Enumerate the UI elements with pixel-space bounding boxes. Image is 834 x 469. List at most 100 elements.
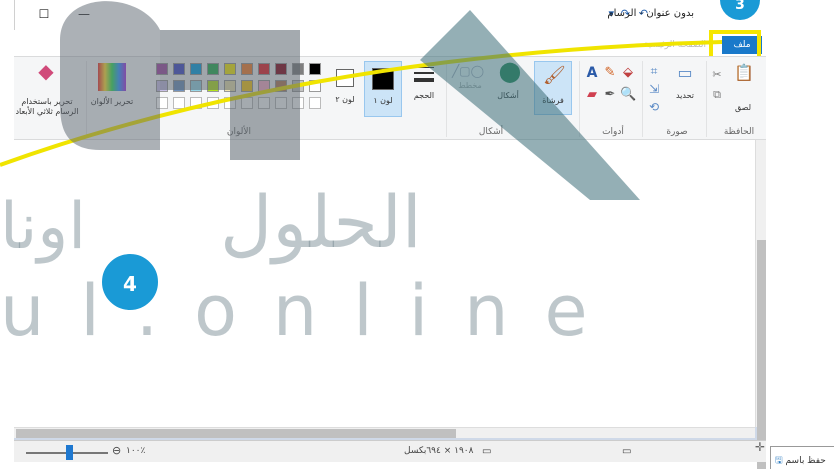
horizontal-scroll-thumb[interactable] [16, 429, 456, 438]
horizontal-scrollbar[interactable] [14, 427, 755, 438]
group-separator [579, 61, 580, 137]
copy-icon[interactable]: ⧉ [710, 87, 724, 103]
palette-swatch[interactable] [156, 80, 168, 92]
fill-icon[interactable]: ⬙ [620, 65, 636, 81]
group-label-image: صورة [666, 127, 688, 137]
group-separator [706, 61, 707, 137]
palette-swatch[interactable] [275, 63, 287, 75]
canvas-size: ١٩٠٨ × ٦٩٤بكسل [404, 446, 474, 456]
outline-label[interactable]: مخطط [452, 81, 488, 90]
step-badge: 4 [100, 252, 160, 312]
crop-icon[interactable]: ⌗ [646, 63, 662, 79]
watermark-text-latin: ul.online [0, 270, 624, 352]
palette-swatch[interactable] [224, 80, 236, 92]
palette-swatch[interactable] [190, 63, 202, 75]
color1-button[interactable]: لون ١ [364, 61, 402, 117]
palette-swatch[interactable] [258, 63, 270, 75]
palette-swatch-empty[interactable] [173, 97, 185, 109]
resize-icon[interactable]: ⇲ [646, 81, 662, 97]
vertical-scroll-thumb[interactable] [757, 240, 766, 469]
palette-swatch[interactable] [292, 80, 304, 92]
palette-swatch[interactable] [190, 80, 202, 92]
palette-swatch-empty[interactable] [207, 97, 219, 109]
size-label[interactable]: الحجم [406, 91, 442, 100]
paste-icon[interactable]: 📋 [732, 65, 756, 81]
group-separator [446, 61, 447, 137]
group-label-colors: الألوان [226, 127, 252, 137]
palette-swatch[interactable] [224, 63, 236, 75]
shapes-label[interactable]: أشكال [488, 91, 528, 100]
palette-swatch-empty[interactable] [309, 97, 321, 109]
rotate-icon[interactable]: ⟲ [646, 99, 662, 115]
select-icon[interactable]: ▭ [670, 65, 700, 81]
palette-swatch[interactable] [241, 63, 253, 75]
palette-swatch-empty[interactable] [224, 97, 236, 109]
palette-swatch[interactable] [241, 80, 253, 92]
shapes-icon[interactable]: ⬤ [498, 61, 522, 81]
window-title: بدون عنوان - الرسام [607, 8, 694, 19]
zoom-out-icon[interactable]: ⊖ [112, 444, 121, 457]
color2-swatch [336, 69, 354, 87]
color1-label: لون ١ [373, 96, 393, 105]
palette-swatch-empty[interactable] [190, 97, 202, 109]
palette-swatch-empty[interactable] [275, 97, 287, 109]
edit-colors-label[interactable]: تحرير الألوان [90, 97, 134, 106]
canvas-size-icon: ▭ [482, 446, 492, 457]
palette-swatch[interactable] [173, 80, 185, 92]
palette-swatch-empty[interactable] [258, 97, 270, 109]
restore-button[interactable]: ☐ [37, 8, 51, 20]
selection-size-icon: ▭ [622, 446, 632, 457]
palette-swatch[interactable] [309, 80, 321, 92]
ribbon-tabs: الصفحة الرئيسية ملف [14, 30, 766, 56]
title-bar: ☐ — ▾ ↷ ↶ بدون عنوان - الرسام [14, 0, 766, 30]
size-icon[interactable] [410, 65, 438, 85]
paste-label[interactable]: لصق [726, 103, 760, 112]
group-separator [86, 61, 87, 137]
save-as-item[interactable]: 🖫 حفظ باسم [770, 446, 834, 469]
palette-swatch[interactable] [207, 80, 219, 92]
group-separator [642, 61, 643, 137]
palette-swatch-empty[interactable] [156, 97, 168, 109]
palette-swatch[interactable] [275, 80, 287, 92]
status-bar: ⊖ ١٠٠٪ ١٩٠٨ × ٦٩٤بكسل ▭ ▭ [14, 440, 766, 462]
palette-swatch-empty[interactable] [292, 97, 304, 109]
text-tool-icon[interactable]: A [584, 65, 600, 81]
palette-swatch[interactable] [292, 63, 304, 75]
brush-icon: 🖌 [543, 65, 566, 86]
cut-icon[interactable]: ✂ [710, 67, 724, 83]
color-palette [140, 63, 326, 119]
select-label[interactable]: تحديد [668, 91, 702, 100]
edit-with-paint3d-label[interactable]: تحرير باستخدام الرسام ثلاثي الأبعاد [14, 97, 80, 117]
eraser-icon[interactable]: ▰ [584, 87, 600, 103]
pencil-icon[interactable]: ✎ [602, 65, 618, 81]
vertical-scrollbar[interactable] [755, 140, 766, 469]
zoom-level: ١٠٠٪ [126, 446, 146, 456]
group-label-clipboard: الحافظة [723, 127, 755, 137]
palette-swatch[interactable] [258, 80, 270, 92]
palette-swatch[interactable] [156, 63, 168, 75]
group-label-tools: أدوات [602, 127, 624, 137]
watermark-text-arabic: الحلول [220, 180, 422, 264]
zoom-slider-thumb[interactable] [66, 445, 73, 460]
group-label-shapes: أشكال [478, 127, 504, 137]
ribbon: 📋 لصق ✂ ⧉ الحافظة ▭ تحديد ⌗ ⇲ ⟲ صورة A ✎… [14, 56, 766, 140]
brushes-label: فرشاة [542, 96, 564, 105]
brushes-button[interactable]: 🖌 فرشاة [534, 61, 572, 115]
color2-button[interactable]: لون ٢ [330, 61, 360, 117]
magnifier-icon[interactable]: 🔍 [620, 87, 636, 103]
save-as-label: حفظ باسم [785, 456, 826, 466]
palette-swatch[interactable] [309, 63, 321, 75]
palette-swatch[interactable] [207, 63, 219, 75]
tab-home[interactable]: الصفحة الرئيسية [644, 40, 706, 50]
shape-gallery-icon[interactable]: ╱▢◯ [450, 63, 486, 79]
paint3d-icon[interactable]: ◆ [34, 61, 58, 81]
color1-swatch [372, 68, 394, 90]
color-picker-icon[interactable]: ✒ [602, 87, 618, 103]
minimize-button[interactable]: — [77, 8, 91, 20]
color2-label: لون ٢ [335, 95, 355, 104]
watermark-text-left: اونا [0, 190, 86, 264]
palette-swatch-empty[interactable] [241, 97, 253, 109]
cursor-position-icon: ✛ [755, 440, 766, 454]
palette-swatch[interactable] [173, 63, 185, 75]
edit-colors-icon[interactable] [98, 63, 126, 91]
